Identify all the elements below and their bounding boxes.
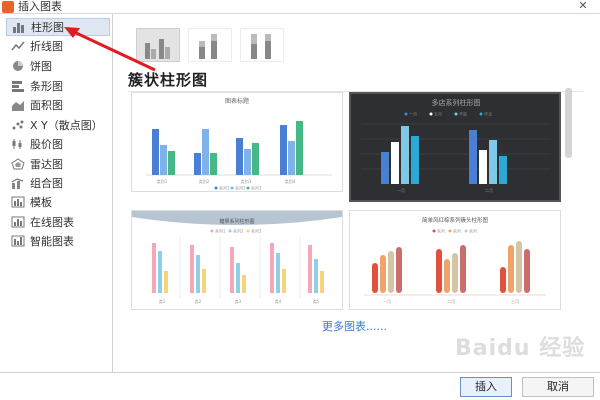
- column-chart-icon: [11, 20, 27, 34]
- more-charts-link[interactable]: 更多图表......: [322, 318, 387, 334]
- online-chart-icon: [10, 215, 26, 229]
- chart-thumbnail-2[interactable]: 多店系列柱形图 一月 五月 华南 华北 一月 二月: [349, 92, 561, 202]
- svg-text:五月: 五月: [434, 112, 442, 117]
- svg-text:系列2: 系列2: [235, 185, 246, 191]
- app-icon: [2, 1, 14, 13]
- scatter-chart-icon: [10, 118, 26, 132]
- line-chart-icon: [10, 39, 26, 53]
- stock-chart-icon: [10, 137, 26, 151]
- section-title: 簇状柱形图: [128, 71, 209, 89]
- sidebar-item-template[interactable]: 模板: [6, 193, 110, 211]
- sidebar-item-label: 智能图表: [30, 235, 74, 248]
- subtype-stacked-column[interactable]: [188, 28, 232, 62]
- svg-text:类别3: 类别3: [241, 178, 252, 184]
- sidebar-item-radar[interactable]: 雷达图: [6, 155, 110, 173]
- bar-chart-icon: [10, 79, 26, 93]
- thumbnail-title: 图表标题: [225, 97, 249, 105]
- template-icon: [10, 195, 26, 209]
- svg-text:类别2: 类别2: [199, 178, 210, 184]
- area-chart-icon: [10, 98, 26, 112]
- sidebar-item-label: 折线图: [30, 40, 63, 53]
- combo-chart-icon: [10, 176, 26, 190]
- thumbnail-title: 简单风红棕系列簇头柱形图: [422, 216, 489, 224]
- svg-text:类5: 类5: [313, 298, 320, 304]
- sidebar-item-area[interactable]: 面积图: [6, 96, 110, 114]
- footer-divider: [0, 372, 600, 373]
- sidebar-item-label: 雷达图: [30, 158, 63, 171]
- svg-text:一月: 一月: [409, 112, 417, 117]
- sidebar-item-label: 柱形图: [31, 21, 64, 34]
- sidebar-item-bar[interactable]: 条形图: [6, 77, 110, 95]
- close-button[interactable]: ✕: [574, 0, 592, 14]
- cancel-button[interactable]: 取消: [522, 377, 594, 397]
- svg-text:系列1: 系列1: [215, 228, 226, 234]
- svg-text:类3: 类3: [235, 298, 242, 304]
- thumbnail-title: 多店系列柱形图: [432, 98, 481, 107]
- dialog-title: 插入图表: [18, 0, 62, 13]
- svg-text:华北: 华北: [484, 111, 492, 117]
- svg-text:系列3: 系列3: [251, 228, 262, 234]
- dialog-titlebar: 插入图表 ✕: [0, 0, 600, 14]
- svg-text:系列3: 系列3: [251, 185, 262, 191]
- svg-text:系列2: 系列2: [233, 228, 244, 234]
- sidebar-item-label: 模板: [30, 196, 52, 209]
- sidebar-item-label: 在线图表: [30, 216, 74, 229]
- svg-text:二月: 二月: [447, 299, 455, 304]
- svg-text:类别1: 类别1: [157, 178, 168, 184]
- svg-text:三月: 三月: [511, 299, 519, 304]
- sidebar-item-label: 饼图: [30, 60, 52, 73]
- sidebar-item-label: 条形图: [30, 80, 63, 93]
- sidebar-item-label: 面积图: [30, 99, 63, 112]
- sidebar-item-smart[interactable]: 智能图表: [6, 232, 110, 250]
- svg-text:一月: 一月: [397, 188, 405, 193]
- sidebar-item-online[interactable]: 在线图表: [6, 213, 110, 231]
- svg-text:类别4: 类别4: [285, 178, 296, 184]
- svg-text:系列: 系列: [453, 228, 461, 234]
- svg-text:系列1: 系列1: [219, 185, 230, 191]
- chart-type-sidebar: 柱形图 折线图 饼图 条形图 面积图 X Y（散点图） 股价图 雷达图 组合图 …: [0, 14, 113, 372]
- chart-gallery: 簇状柱形图 图表标题 类别1 类别2 类别3 类别4 系列1 系列2 系列3 多…: [114, 14, 600, 372]
- thumbnail-title: 糖果系列柱形图: [219, 218, 254, 225]
- svg-text:类1: 类1: [159, 298, 166, 304]
- sidebar-item-stock[interactable]: 股价图: [6, 135, 110, 153]
- sidebar-item-label: 股价图: [30, 138, 63, 151]
- smart-chart-icon: [10, 234, 26, 248]
- svg-text:类4: 类4: [275, 298, 282, 304]
- pie-chart-icon: [10, 59, 26, 73]
- svg-text:一月: 一月: [383, 299, 391, 304]
- chart-thumbnail-3[interactable]: 糖果系列柱形图 系列1 系列2 系列3 类1 类2 类3 类4 类5: [131, 210, 343, 310]
- insert-button[interactable]: 插入: [460, 377, 512, 397]
- subtype-percent-stacked-column[interactable]: [240, 28, 284, 62]
- sidebar-item-line[interactable]: 折线图: [6, 37, 110, 55]
- radar-chart-icon: [10, 157, 26, 171]
- sidebar-item-combo[interactable]: 组合图: [6, 174, 110, 192]
- subtype-clustered-column[interactable]: [136, 28, 180, 62]
- sidebar-item-label: 组合图: [30, 177, 63, 190]
- svg-text:系列: 系列: [469, 228, 477, 234]
- svg-text:系列: 系列: [437, 228, 445, 234]
- svg-text:二月: 二月: [485, 188, 493, 193]
- sidebar-item-pie[interactable]: 饼图: [6, 57, 110, 75]
- baidu-watermark: Baidu 经验: [455, 336, 586, 361]
- sidebar-item-scatter[interactable]: X Y（散点图）: [6, 116, 110, 134]
- chart-thumbnail-4[interactable]: 简单风红棕系列簇头柱形图 系列 系列 系列 一月 二月 三月: [349, 210, 561, 310]
- sidebar-item-column[interactable]: 柱形图: [6, 18, 110, 36]
- svg-text:华南: 华南: [459, 111, 467, 117]
- gallery-scrollbar[interactable]: [565, 88, 572, 158]
- svg-text:类2: 类2: [195, 298, 202, 304]
- chart-thumbnail-1[interactable]: 图表标题 类别1 类别2 类别3 类别4 系列1 系列2 系列3: [131, 92, 343, 192]
- sidebar-item-label: X Y（散点图）: [30, 119, 103, 132]
